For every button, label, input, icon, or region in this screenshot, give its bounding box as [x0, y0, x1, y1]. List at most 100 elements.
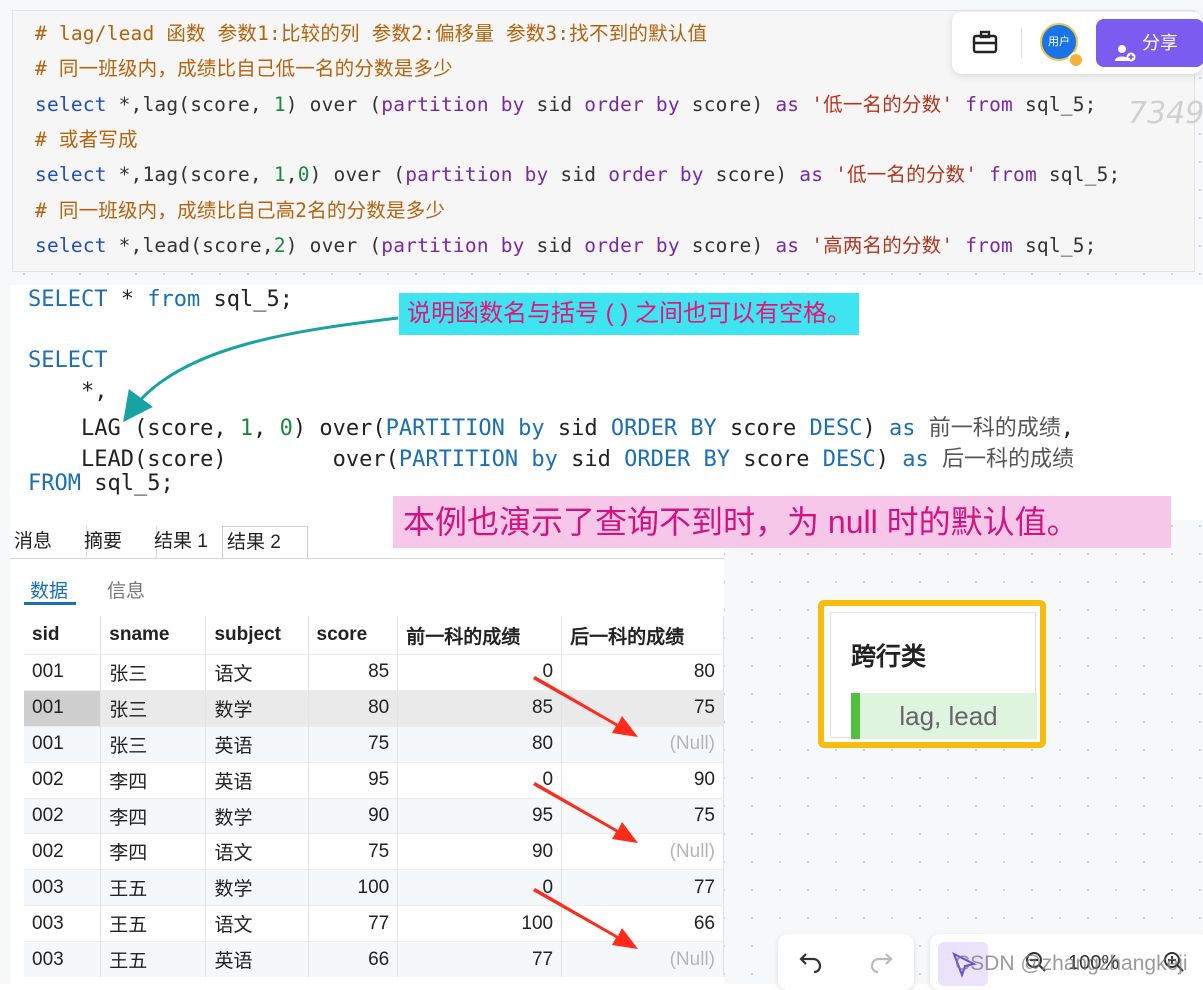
column-header[interactable]: subject — [205, 616, 309, 655]
table-cell[interactable]: 001 — [24, 725, 102, 763]
table-cell[interactable]: 95 — [308, 761, 399, 799]
table-cell[interactable]: 77 — [308, 905, 399, 942]
table-cell[interactable]: (Null) — [561, 725, 724, 763]
top-code-token: from — [965, 92, 1013, 116]
undo-icon[interactable] — [798, 950, 824, 978]
table-cell[interactable]: 77 — [397, 941, 563, 978]
sql-token: score — [716, 415, 810, 441]
table-cell[interactable]: 英语 — [205, 725, 309, 763]
sql-token: sid — [544, 415, 611, 441]
table-cell[interactable]: 80 — [308, 689, 399, 727]
table-cell[interactable]: 数学 — [205, 797, 309, 834]
subtab-data[interactable]: 数据 — [30, 576, 68, 603]
table-cell[interactable]: 张三 — [100, 725, 207, 763]
table-row[interactable]: 002 李四 数学 90 95 75 — [24, 797, 724, 834]
category-title: 跨行类 — [851, 643, 927, 671]
table-cell[interactable]: 李四 — [100, 797, 207, 834]
table-cell[interactable]: 002 — [24, 761, 102, 799]
table-cell[interactable]: 0 — [397, 761, 563, 799]
table-cell[interactable]: 语文 — [205, 654, 309, 691]
table-cell[interactable]: 003 — [24, 905, 102, 942]
table-cell[interactable]: 李四 — [100, 833, 207, 870]
table-cell[interactable]: (Null) — [561, 941, 724, 978]
table-cell[interactable]: 100 — [308, 869, 399, 906]
table-cell[interactable]: 95 — [397, 797, 563, 834]
table-cell[interactable]: 003 — [24, 869, 102, 906]
tab-result-2[interactable]: 结果 1 — [150, 526, 229, 558]
share-button[interactable]: 分享 — [1096, 19, 1203, 67]
table-cell[interactable]: 80 — [397, 725, 563, 763]
column-header[interactable]: 前一科的成绩 — [397, 616, 563, 655]
top-code-token: ) over ( — [285, 92, 382, 116]
top-code-token: 1 — [273, 92, 286, 116]
table-cell[interactable]: 66 — [308, 941, 399, 978]
table-cell[interactable]: 100 — [397, 905, 563, 942]
table-cell[interactable]: 003 — [24, 941, 102, 978]
table-cell[interactable]: 85 — [308, 654, 399, 691]
table-cell[interactable]: 数学 — [205, 689, 309, 727]
table-row[interactable]: 003 王五 英语 66 77 (Null) — [24, 941, 724, 978]
table-cell[interactable]: 80 — [561, 654, 724, 691]
top-code-token: 2 — [273, 233, 286, 257]
sql-line: FROM sql_5; — [28, 471, 174, 496]
column-header[interactable]: 后一科的成绩 — [561, 616, 724, 655]
table-row[interactable]: 003 王五 数学 100 0 77 — [24, 869, 724, 906]
table-cell[interactable]: 75 — [308, 725, 399, 763]
table-cell[interactable]: 语文 — [205, 905, 309, 942]
table-cell[interactable]: 英语 — [205, 941, 309, 978]
table-cell[interactable]: 0 — [397, 654, 563, 691]
table-cell[interactable]: 90 — [561, 761, 724, 799]
table-row[interactable]: 001 张三 数学 80 85 75 — [24, 689, 724, 727]
table-cell[interactable]: 语文 — [205, 833, 309, 870]
column-header[interactable]: sname — [100, 616, 207, 655]
top-code-token: '高两名的分数' — [811, 233, 954, 257]
tab-result-0[interactable]: 消息 — [10, 526, 87, 558]
briefcase-icon[interactable] — [972, 30, 998, 54]
redo-icon[interactable] — [868, 950, 894, 978]
sql-token: ) over( — [292, 415, 386, 441]
table-row[interactable]: 002 李四 英语 95 0 90 — [24, 761, 724, 799]
top-code-token: from — [965, 233, 1013, 257]
table-cell[interactable]: 张三 — [100, 654, 207, 691]
table-cell[interactable]: 90 — [397, 833, 563, 870]
top-code-line: # lag/lead 函数 参数1:比较的列 参数2:偏移量 参数3:找不到的默… — [35, 17, 707, 46]
table-cell[interactable]: 英语 — [205, 761, 309, 799]
table-cell[interactable]: 75 — [561, 797, 724, 834]
table-cell[interactable]: 90 — [308, 797, 399, 834]
table-cell[interactable]: 002 — [24, 833, 102, 870]
table-cell[interactable]: 77 — [561, 869, 724, 906]
table-cell[interactable]: 75 — [308, 833, 399, 870]
column-header[interactable]: sid — [24, 616, 102, 655]
tab-result-3[interactable]: 结果 2 — [222, 526, 308, 559]
table-cell[interactable]: 75 — [561, 689, 724, 727]
tab-result-1[interactable]: 摘要 — [80, 526, 157, 558]
table-cell[interactable]: 0 — [397, 869, 563, 906]
top-code-token — [823, 163, 835, 186]
category-card[interactable]: 跨行类 lag, lead — [818, 600, 1046, 748]
table-cell[interactable]: 张三 — [100, 689, 207, 727]
table-cell[interactable]: 数学 — [205, 869, 309, 906]
top-toolbar: 用户 分享 — [952, 12, 1203, 74]
subtab-info[interactable]: 信息 — [107, 576, 145, 603]
table-row[interactable]: 001 张三 英语 75 80 (Null) — [24, 725, 724, 763]
top-code-line: # 同一班级内，成绩比自己高2名的分数是多少 — [35, 194, 445, 223]
sql-token: * — [107, 287, 148, 312]
table-cell[interactable]: 王五 — [100, 941, 207, 978]
table-cell[interactable]: 001 — [24, 689, 102, 727]
table-cell[interactable]: (Null) — [561, 833, 724, 870]
table-cell[interactable]: 李四 — [100, 761, 207, 799]
table-cell[interactable]: 001 — [24, 654, 102, 691]
table-row[interactable]: 002 李四 语文 75 90 (Null) — [24, 833, 724, 870]
sql-token: LAG (score, — [28, 415, 240, 441]
table-row[interactable]: 003 王五 语文 77 100 66 — [24, 905, 724, 942]
sql-token: SELECT — [28, 287, 108, 312]
table-cell[interactable]: 王五 — [100, 869, 207, 906]
top-code-token: ) over ( — [285, 233, 382, 257]
table-cell[interactable]: 85 — [397, 689, 563, 727]
table-cell[interactable]: 002 — [24, 797, 102, 834]
table-row[interactable]: 001 张三 语文 85 0 80 — [24, 654, 724, 691]
column-header[interactable]: score — [308, 616, 399, 655]
table-cell[interactable]: 66 — [561, 905, 724, 942]
table-cell[interactable]: 王五 — [100, 905, 207, 942]
